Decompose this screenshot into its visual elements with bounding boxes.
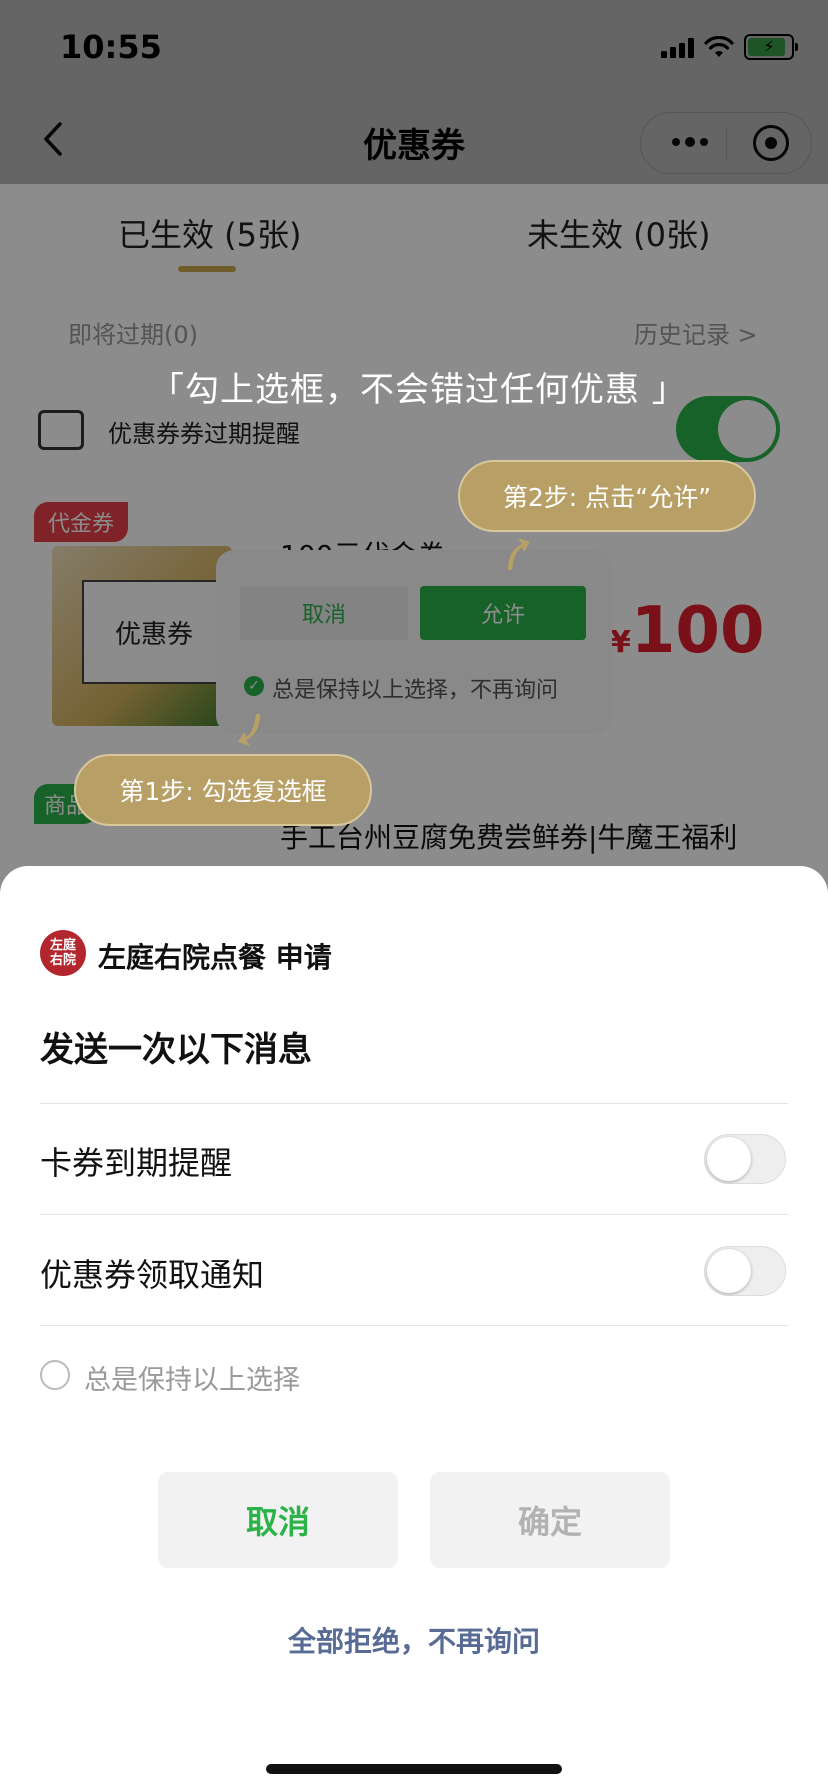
option-label: 卡券到期提醒 xyxy=(40,1144,233,1182)
divider xyxy=(40,1214,788,1215)
divider xyxy=(40,1103,788,1104)
option-label: 优惠券领取通知 xyxy=(40,1256,265,1294)
keep-choice-radio[interactable] xyxy=(40,1360,70,1390)
cancel-button[interactable]: 取消 xyxy=(158,1472,398,1568)
app-logo: 左庭 右院 xyxy=(40,930,86,976)
dim-overlay-top xyxy=(0,0,828,184)
divider xyxy=(40,1325,788,1326)
step1-tip: 第1步: 勾选复选框 xyxy=(74,754,372,826)
step2-tip: 第2步: 点击“允许” xyxy=(458,460,756,532)
arrow-up-icon xyxy=(508,538,530,570)
confirm-button[interactable]: 确定 xyxy=(430,1472,670,1568)
app-logo-line: 右院 xyxy=(49,953,76,968)
coupon-notice-switch[interactable] xyxy=(704,1246,786,1296)
home-indicator xyxy=(266,1764,562,1774)
arrow-down-icon xyxy=(238,714,260,746)
tip-header: 「勾上选框，不会错过任何优惠 」 xyxy=(150,370,687,410)
app-logo-line: 左庭 xyxy=(49,938,76,953)
app-name: 左庭右院点餐 申请 xyxy=(98,941,332,974)
card-expiry-switch[interactable] xyxy=(704,1134,786,1184)
sheet-heading: 发送一次以下消息 xyxy=(40,1030,312,1070)
keep-choice-label[interactable]: 总是保持以上选择 xyxy=(84,1358,300,1397)
reject-all-link[interactable]: 全部拒绝，不再询问 xyxy=(0,1620,828,1660)
